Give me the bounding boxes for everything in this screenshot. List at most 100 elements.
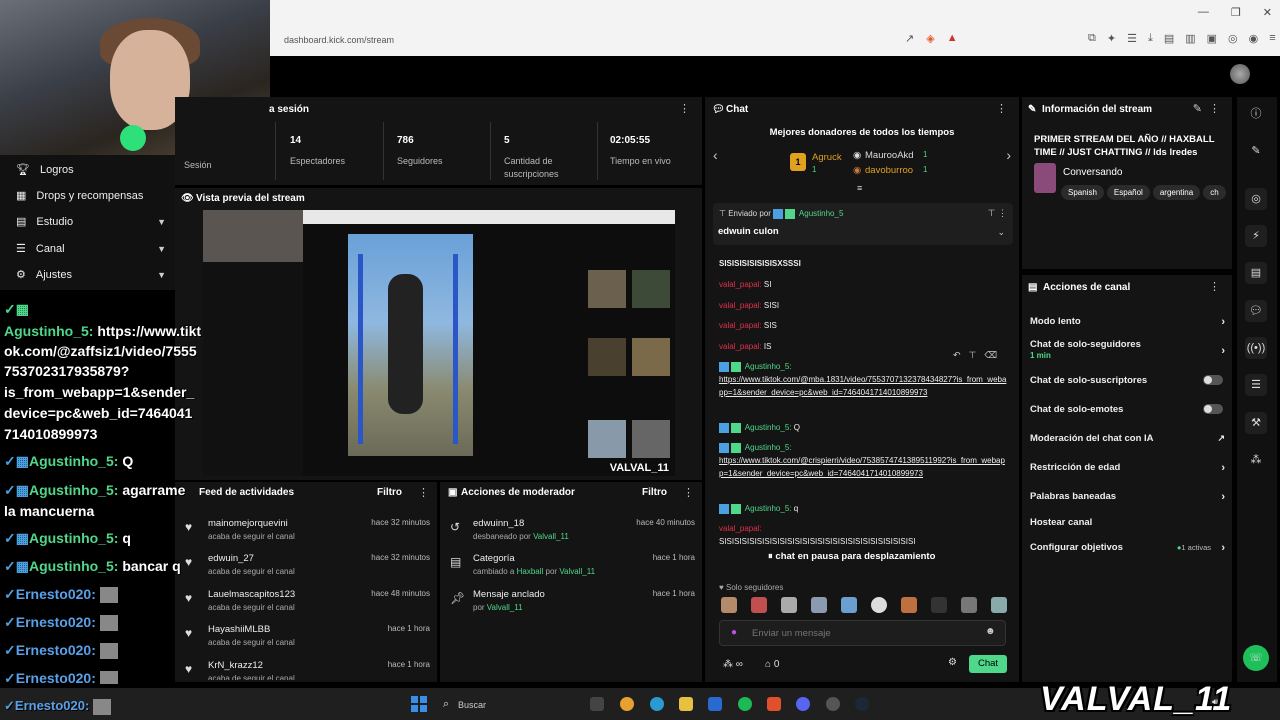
close-icon[interactable]: ✕ xyxy=(1263,6,1272,19)
chat-username[interactable]: valal_papal: xyxy=(719,342,762,351)
list-item[interactable]: ♥ mainomejorquevini acaba de seguir el c… xyxy=(185,518,430,552)
more-icon[interactable]: ⋮ xyxy=(679,102,690,115)
connections-icon[interactable]: ⁂ xyxy=(1245,449,1267,471)
nav-item-estudio[interactable]: ▤ Estudio ▼ xyxy=(16,215,166,229)
collapse-icon[interactable]: ≡ xyxy=(857,183,862,193)
restore-icon[interactable]: ❐ xyxy=(1231,6,1241,19)
edit-icon[interactable]: ✎ xyxy=(1245,140,1267,162)
ai-moderation-row[interactable]: Moderación del chat con IA ↗ xyxy=(1030,433,1225,444)
windows-start-icon[interactable] xyxy=(411,696,427,712)
spotify-icon[interactable] xyxy=(738,697,752,711)
list-icon[interactable]: ☰ xyxy=(1245,374,1267,396)
chat-username[interactable]: Agustinho_5: xyxy=(745,423,792,432)
nav-item-canal[interactable]: ☰ Canal ▼ xyxy=(16,242,166,256)
document-icon[interactable]: ▤ xyxy=(1245,262,1267,284)
target-icon[interactable]: ◎ xyxy=(1245,188,1267,210)
mod-action-user[interactable]: Valvall_11 xyxy=(487,603,523,612)
list-item[interactable]: ♥ Lauelmascapitos123 acaba de seguir el … xyxy=(185,589,430,623)
list-item[interactable]: ↺ edwuinn_18 desbaneado por Valvall_11 h… xyxy=(450,518,695,552)
obs-icon[interactable] xyxy=(826,697,840,711)
nav-item-ajustes[interactable]: ⚙ Ajustes ▼ xyxy=(16,268,166,282)
donor-name[interactable]: Agruck xyxy=(812,152,842,163)
chat-link[interactable]: https://www.tiktok.com/@mba.1831/video/7… xyxy=(719,375,1006,397)
vpn-icon[interactable]: ◉ xyxy=(1249,32,1259,45)
wrench-icon[interactable]: ⚒ xyxy=(1245,412,1267,434)
chat-username[interactable]: Agustinho_5: xyxy=(745,362,792,371)
chat-username[interactable]: Agustinho_5: xyxy=(745,504,792,513)
steam-icon[interactable] xyxy=(855,697,869,711)
gift-icon[interactable]: ⌂ 0 xyxy=(765,659,779,670)
list-item[interactable]: ♥ edwuin_27 acaba de seguir el canal hac… xyxy=(185,553,430,587)
goals-row[interactable]: Configurar objetivos ●1 activas › xyxy=(1030,542,1225,554)
mod-action-user[interactable]: Valvall_11 xyxy=(533,532,569,541)
chat-paused-banner[interactable]: ⏸︎ chat en pausa para desplazamiento xyxy=(768,551,935,562)
emote[interactable] xyxy=(871,597,887,613)
emotes-only-toggle[interactable] xyxy=(1203,404,1223,414)
edit-icon[interactable]: ✎ xyxy=(1193,102,1202,115)
delete-icon[interactable]: ⌫ xyxy=(984,350,997,361)
more-icon[interactable]: ⋮ xyxy=(418,486,429,499)
chat-input[interactable] xyxy=(719,620,1006,646)
download-icon[interactable]: ⤓ xyxy=(1148,32,1153,45)
emote[interactable] xyxy=(841,597,857,613)
tag[interactable]: argentina xyxy=(1152,185,1201,200)
chat-username[interactable]: valal_papal: xyxy=(719,524,762,533)
list-item[interactable]: ♥ HayashiiMLBB acaba de seguir el canal … xyxy=(185,624,430,658)
chat-username[interactable]: valal_papal: xyxy=(719,321,762,330)
points-icon[interactable]: ⁂ ∞ xyxy=(723,659,743,670)
chevron-right-icon[interactable]: › xyxy=(1006,147,1011,163)
more-icon[interactable]: ⋮ xyxy=(1209,102,1220,115)
shield-icon[interactable]: ◈ xyxy=(926,32,934,45)
more-icon[interactable]: ⋮ xyxy=(1209,280,1220,293)
screenshot-icon[interactable]: ▣ xyxy=(1207,32,1217,45)
host-channel-row[interactable]: Hostear canal xyxy=(1030,517,1225,528)
info-icon[interactable]: ⓘ xyxy=(1245,103,1267,125)
pin-icon[interactable]: ⊤ ⋮ xyxy=(988,208,1007,219)
broadcast-icon[interactable]: ((•)) xyxy=(1245,337,1267,359)
donor-name[interactable]: MaurooAkd xyxy=(865,150,914,161)
discord-icon[interactable] xyxy=(796,697,810,711)
gear-icon[interactable]: ⚙ xyxy=(948,657,957,668)
emote[interactable] xyxy=(901,597,917,613)
puzzle-icon[interactable]: ✦ xyxy=(1107,32,1116,45)
store-icon[interactable] xyxy=(708,697,722,711)
list-item[interactable]: 📌︎ Mensaje anclado por Valvall_11 hace 1… xyxy=(450,589,695,623)
emote[interactable] xyxy=(931,597,947,613)
task-view-icon[interactable] xyxy=(590,697,604,711)
sidebar-icon[interactable]: ▥ xyxy=(1185,32,1195,45)
stream-preview-video[interactable]: VALVAL_11 xyxy=(203,210,675,476)
chevron-down-icon[interactable]: ⌄ xyxy=(997,227,1005,238)
edge-icon[interactable] xyxy=(650,697,664,711)
slow-mode-row[interactable]: Modo lento › xyxy=(1030,316,1225,328)
file-explorer-icon[interactable] xyxy=(679,697,693,711)
avatar[interactable] xyxy=(1230,64,1250,84)
tag[interactable]: Spanish xyxy=(1061,185,1104,200)
emote[interactable] xyxy=(721,597,737,613)
tag[interactable]: Español xyxy=(1106,185,1150,200)
share-icon[interactable]: ↗ xyxy=(905,32,914,45)
nav-item-drops[interactable]: ▦ Drops y recompensas xyxy=(16,189,166,203)
chat-username[interactable]: Agustinho_5: xyxy=(745,443,792,452)
url-bar[interactable]: dashboard.kick.com/stream xyxy=(276,30,996,50)
emote[interactable] xyxy=(811,597,827,613)
mod-action-value[interactable]: Haxball xyxy=(517,567,544,576)
more-icon[interactable]: ⋮ xyxy=(996,102,1007,115)
chat-link[interactable]: https://www.tiktok.com/@crispierri/video… xyxy=(719,456,1005,478)
wallet-icon[interactable]: ◎ xyxy=(1228,32,1238,45)
send-chat-button[interactable]: Chat xyxy=(969,655,1007,673)
pinned-by-user[interactable]: Agustinho_5 xyxy=(799,209,843,218)
reply-icon[interactable]: ↶ xyxy=(953,350,961,361)
age-restriction-row[interactable]: Restricción de edad › xyxy=(1030,462,1225,474)
emote[interactable] xyxy=(961,597,977,613)
emote[interactable] xyxy=(781,597,797,613)
emote[interactable] xyxy=(751,597,767,613)
menu-icon[interactable]: ≡ xyxy=(1269,32,1275,45)
mod-action-user[interactable]: Valvall_11 xyxy=(559,567,595,576)
banned-words-row[interactable]: Palabras baneadas › xyxy=(1030,491,1225,503)
chevron-left-icon[interactable]: ‹ xyxy=(713,147,718,163)
support-icon[interactable]: ☏ xyxy=(1243,645,1269,671)
copilot-icon[interactable] xyxy=(620,697,634,711)
taskbar-search[interactable]: Buscar xyxy=(440,695,580,715)
list-item[interactable]: ▤ Categoría cambiado a Haxball por Valva… xyxy=(450,553,695,587)
lightning-icon[interactable]: ⚡︎ xyxy=(1245,225,1267,247)
